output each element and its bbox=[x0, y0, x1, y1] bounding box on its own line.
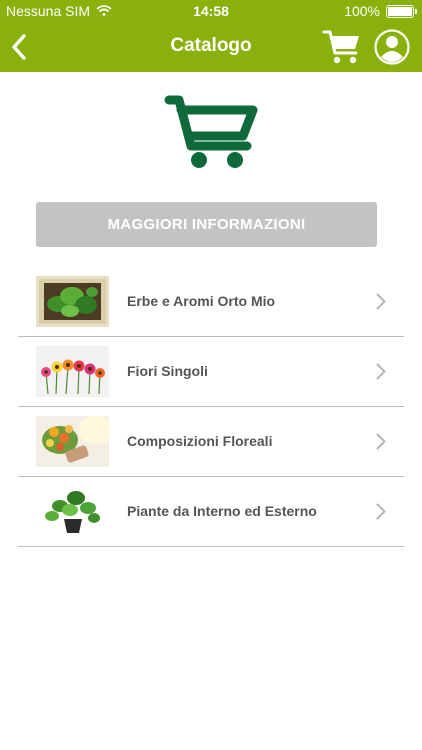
battery-icon bbox=[386, 4, 417, 18]
list-item[interactable]: Erbe e Aromi Orto Mio bbox=[18, 267, 404, 337]
more-info-button[interactable]: MAGGIORI INFORMAZIONI bbox=[36, 202, 377, 247]
chevron-right-icon bbox=[376, 363, 386, 380]
battery-status: 100% bbox=[344, 3, 417, 19]
catalog-cart-icon bbox=[163, 94, 259, 172]
list-item-label: Erbe e Aromi Orto Mio bbox=[127, 293, 276, 309]
category-list: Erbe e Aromi Orto Mio Fiori Singoli Comp… bbox=[18, 267, 404, 547]
plants-thumbnail bbox=[36, 486, 109, 537]
floral-compositions-thumbnail bbox=[36, 416, 109, 467]
battery-percent: 100% bbox=[344, 3, 380, 19]
shopping-cart-icon bbox=[164, 95, 258, 168]
user-icon bbox=[374, 29, 410, 65]
list-item[interactable]: Fiori Singoli bbox=[18, 337, 404, 407]
chevron-right-icon bbox=[376, 293, 386, 310]
chevron-right-icon bbox=[376, 503, 386, 520]
nav-bar: Catalogo bbox=[0, 22, 422, 72]
profile-button[interactable] bbox=[374, 29, 410, 65]
list-item[interactable]: Piante da Interno ed Esterno bbox=[18, 477, 404, 547]
list-item-label: Fiori Singoli bbox=[127, 363, 208, 379]
chevron-right-icon bbox=[376, 433, 386, 450]
list-item-label: Composizioni Floreali bbox=[127, 433, 273, 449]
herbs-thumbnail bbox=[36, 276, 109, 327]
status-bar: Nessuna SIM 14:58 100% bbox=[0, 0, 422, 22]
list-item-label: Piante da Interno ed Esterno bbox=[127, 503, 317, 519]
cart-icon bbox=[322, 30, 359, 64]
cart-button[interactable] bbox=[322, 28, 362, 66]
list-item[interactable]: Composizioni Floreali bbox=[18, 407, 404, 477]
single-flowers-thumbnail bbox=[36, 346, 109, 397]
